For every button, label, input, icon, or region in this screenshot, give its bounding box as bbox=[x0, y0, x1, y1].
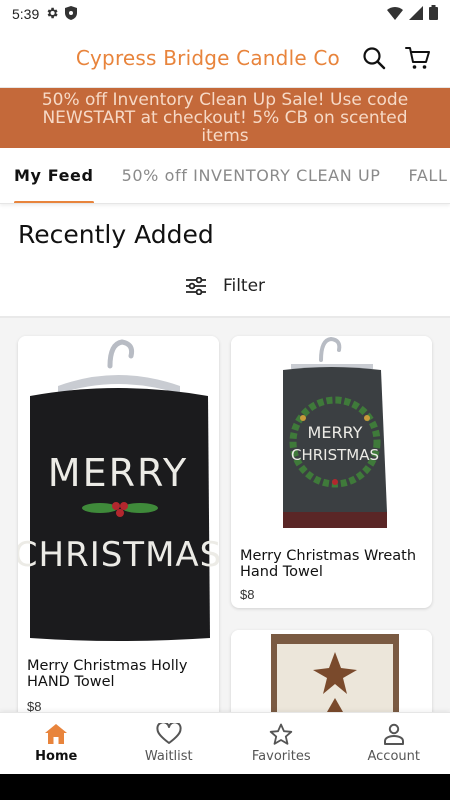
system-navigation-bar bbox=[0, 774, 450, 800]
settings-gear-icon bbox=[45, 6, 59, 23]
product-name: Merry Christmas Holly HAND Towel bbox=[27, 658, 188, 690]
search-button[interactable] bbox=[354, 38, 394, 78]
nav-account[interactable]: Account bbox=[338, 713, 450, 774]
promo-text: 50% off Inventory Clean Up Sale! Use cod… bbox=[41, 90, 409, 146]
heart-icon bbox=[156, 723, 182, 744]
nav-waitlist[interactable]: Waitlist bbox=[113, 713, 226, 774]
tab-fall-scents[interactable]: FALL SCENTS bbox=[395, 148, 450, 203]
account-icon bbox=[383, 723, 404, 745]
home-icon bbox=[45, 724, 68, 744]
product-card[interactable] bbox=[231, 630, 432, 712]
signal-icon bbox=[409, 5, 423, 23]
product-card[interactable]: MERRY CHRISTMAS Merry Christmas Wreath H… bbox=[231, 336, 432, 608]
product-image bbox=[231, 630, 432, 712]
search-icon bbox=[363, 46, 386, 69]
tab-my-feed[interactable]: My Feed bbox=[0, 148, 108, 203]
cart-button[interactable] bbox=[398, 38, 438, 78]
promo-banner[interactable]: 50% off Inventory Clean Up Sale! Use cod… bbox=[0, 88, 450, 148]
nav-home[interactable]: Home bbox=[0, 713, 113, 774]
status-time: 5:39 bbox=[12, 6, 40, 22]
app-header: Cypress Bridge Candle Co bbox=[0, 28, 450, 88]
nav-label: Favorites bbox=[251, 749, 311, 764]
product-price: $8 bbox=[27, 699, 42, 712]
tab-label: My Feed bbox=[14, 166, 94, 185]
nav-favorites[interactable]: Favorites bbox=[225, 713, 338, 774]
product-name: Merry Christmas Wreath Hand Towel bbox=[240, 548, 417, 580]
filter-button[interactable]: Filter bbox=[0, 266, 450, 306]
nav-label: Account bbox=[367, 749, 421, 764]
bottom-nav: Home Waitlist Favorites Account bbox=[0, 712, 450, 774]
product-price: $8 bbox=[240, 587, 255, 602]
nav-label: Waitlist bbox=[144, 749, 193, 764]
svg-text:MERRY: MERRY bbox=[48, 451, 188, 495]
status-bar: 5:39 bbox=[0, 0, 450, 28]
product-image: MERRY CHRISTMAS bbox=[18, 336, 219, 648]
category-tabs: My Feed 50% off INVENTORY CLEAN UP FALL … bbox=[0, 148, 450, 204]
svg-text:CHRISTMAS: CHRISTMAS bbox=[18, 535, 219, 575]
svg-text:CHRISTMAS: CHRISTMAS bbox=[291, 446, 379, 464]
nav-label: Home bbox=[35, 749, 78, 764]
product-image: MERRY CHRISTMAS bbox=[231, 336, 432, 546]
filter-label: Filter bbox=[222, 276, 266, 296]
shield-icon bbox=[65, 5, 78, 23]
star-icon bbox=[270, 723, 293, 745]
wifi-icon bbox=[387, 6, 403, 23]
tab-label: 50% off INVENTORY CLEAN UP bbox=[121, 166, 381, 185]
battery-icon bbox=[429, 5, 438, 23]
product-card[interactable]: MERRY CHRISTMAS Merry Christmas Holly HA… bbox=[18, 336, 219, 712]
section-title: Recently Added bbox=[18, 220, 214, 249]
tab-inventory-clean-up[interactable]: 50% off INVENTORY CLEAN UP bbox=[108, 148, 395, 203]
cart-icon bbox=[405, 46, 430, 69]
product-grid: MERRY CHRISTMAS Merry Christmas Holly HA… bbox=[0, 318, 450, 712]
store-title[interactable]: Cypress Bridge Candle Co bbox=[0, 46, 354, 70]
svg-text:MERRY: MERRY bbox=[308, 423, 363, 442]
filter-sliders-icon bbox=[185, 277, 206, 295]
tab-label: FALL SCENTS bbox=[408, 166, 450, 185]
